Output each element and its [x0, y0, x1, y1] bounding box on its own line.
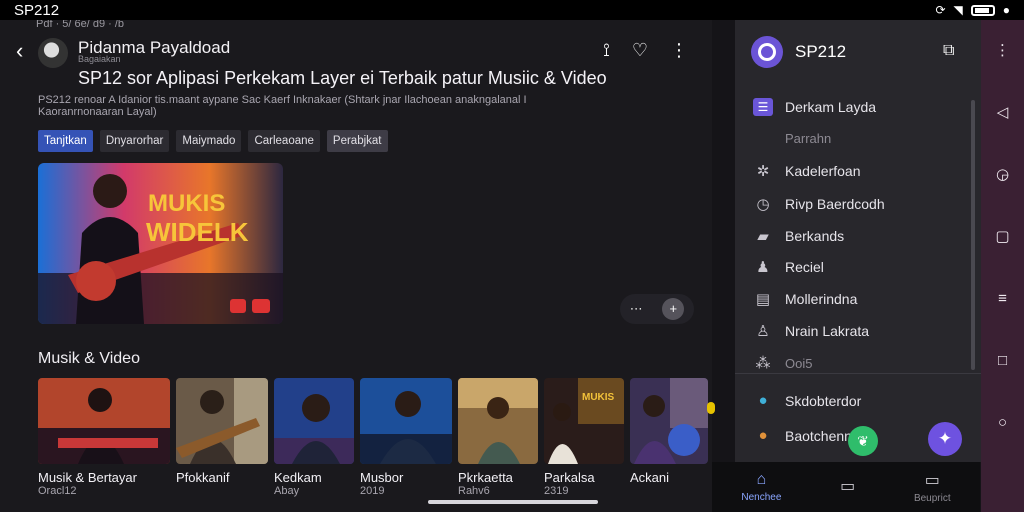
video-card[interactable]: Kedkam Abay [274, 378, 354, 497]
main-pane: Pdf · 5/ 6e/ d9 · /b ‹ Pidanma Payaldoad… [0, 20, 712, 512]
home-indicator [428, 500, 598, 504]
brush-icon: ● [758, 427, 768, 444]
chip-0[interactable]: Tanjtkan [38, 130, 93, 152]
clock-icon: ◷ [756, 196, 770, 213]
edit-icon[interactable]: ⧉ [943, 42, 954, 60]
drawer-item[interactable]: ● Skdobterdor [753, 392, 861, 409]
list-icon: ☰ [753, 98, 773, 116]
like-icon[interactable]: ♡ [632, 40, 648, 61]
channel-avatar[interactable] [38, 38, 68, 68]
user-icon: ♟ [756, 259, 770, 276]
svg-text:MUKIS: MUKIS [582, 392, 615, 403]
drawer-item[interactable]: ♙ Nrain Lakrata [753, 322, 869, 340]
nav-messages[interactable]: ▭ [840, 476, 855, 499]
card-sub: Abay [274, 485, 300, 497]
card-sub: 2019 [360, 485, 385, 497]
battery-icon [970, 4, 995, 16]
nav-chat[interactable]: ▭ Beuprict [914, 470, 951, 504]
video-card[interactable]: Pkrkaetta Rahv6 [458, 378, 538, 497]
indicator-dot [707, 402, 715, 414]
status-title: SP212 [14, 1, 60, 19]
overflow-icon[interactable]: ⋮ [995, 20, 1010, 82]
bottom-nav: ⌂ Nenchee ▭ ▭ Beuprict [712, 462, 980, 512]
sync-icon: ⟳ [935, 3, 946, 17]
message-icon: ▭ [840, 477, 856, 495]
drawer-subheader: Parrahn [785, 131, 832, 146]
nav-home[interactable]: ⌂ Nenchee [741, 471, 781, 503]
home-icon: ⌂ [756, 471, 767, 488]
drawer-item[interactable]: ✲ Kadelerfoan [753, 162, 861, 180]
drawer-item[interactable]: ☰ Derkam Layda [753, 98, 876, 116]
thumb-text-2: WIDELK [146, 217, 249, 247]
drawer-divider [735, 373, 981, 374]
video-card[interactable]: Musbor 2019 [360, 378, 452, 497]
drawer-item[interactable]: ▤ Mollerindna [753, 290, 857, 308]
home-circle-icon[interactable]: ○ [998, 392, 1007, 454]
folder-icon: ▰ [757, 228, 769, 245]
featured-thumbnail[interactable]: MUKIS WIDELK [38, 163, 283, 324]
section-title: Musik & Video [38, 350, 140, 367]
navigation-drawer: SP212 ⧉ ☰ Derkam Layda Parrahn ✲ Kadeler… [735, 20, 981, 462]
drawer-subheader: ⁂ Ooi5 [753, 354, 813, 372]
action-pill[interactable]: ⋯ + [620, 294, 694, 324]
person-icon: ♙ [756, 323, 770, 340]
drawer-item[interactable]: ◷ Rivp Baerdcodh [753, 195, 884, 213]
chip-3[interactable]: Carleaoane [248, 130, 320, 152]
video-description: PS212 renoar A Idanior tis.maant aypane … [38, 94, 527, 118]
card-title: Pfokkanif [176, 470, 230, 485]
video-card-row: Musik & Bertayar Oracl12 Pfokkanif Kedka… [38, 378, 708, 497]
card-title: Musik & Bertayar [38, 470, 137, 485]
notification-icon: ● [1002, 3, 1010, 17]
cast-icon[interactable]: ⟟ [603, 40, 610, 61]
chip-1[interactable]: Dnyarorhar [99, 130, 170, 152]
card-title: Musbor [360, 470, 404, 485]
chip-bar: Tanjtkan Dnyarorhar Maiymado Carleaoane … [38, 130, 388, 152]
status-bar: SP212 ⟳ ◥ ● [0, 0, 1024, 20]
card-sub: Rahv6 [458, 485, 490, 497]
drawer-item[interactable]: ♟ Reciel [753, 258, 824, 276]
leaf-icon[interactable]: ❦ [848, 426, 878, 456]
card-sub: 2319 [544, 485, 569, 497]
section-icon: ⁂ [755, 355, 771, 372]
circle-icon[interactable]: ▢ [995, 206, 1009, 268]
video-card[interactable]: Musik & Bertayar Oracl12 [38, 378, 170, 497]
plus-icon[interactable]: + [662, 298, 685, 320]
chip-4[interactable]: Perabjkat [326, 130, 388, 152]
back-icon[interactable]: ◁ [997, 82, 1009, 144]
wifi-icon: ◥ [953, 3, 963, 17]
video-card[interactable]: Pfokkanif [176, 378, 268, 485]
back-arrow-icon[interactable]: ‹ [16, 38, 23, 64]
drawer-app-name: SP212 [795, 42, 847, 61]
drawer-scrollbar[interactable] [971, 100, 975, 370]
thumb-text-1: MUKIS [148, 190, 225, 217]
square-icon[interactable]: □ [998, 330, 1007, 392]
cut-off-text: Pdf · 5/ 6e/ d9 · /b [36, 20, 125, 30]
chat-icon: ▭ [924, 472, 940, 489]
card-title: Pkrkaetta [458, 470, 513, 485]
app-logo-icon [751, 36, 783, 68]
chip-2[interactable]: Maiymado [176, 130, 242, 152]
more-vert-icon[interactable]: ⋮ [670, 40, 688, 61]
video-title: SP12 sor Aplipasi Perkekam Layer ei Terb… [78, 68, 607, 88]
media-icon: ▤ [755, 291, 771, 308]
video-card[interactable]: Ackani [630, 378, 708, 485]
fab-button[interactable]: ✦ [928, 422, 962, 456]
card-title: Kedkam [274, 470, 322, 485]
card-title: Ackani [630, 470, 670, 485]
pill-label: ⋯ [629, 301, 643, 316]
channel-subline: Bagaiakan [78, 54, 121, 64]
menu-icon[interactable]: ≡ [998, 268, 1007, 330]
drawer-item[interactable]: ▰ Berkands [753, 227, 844, 245]
system-rail: ⋮ ◁ ◶ ▢ ≡ □ ○ [981, 20, 1024, 512]
gear-icon: ✲ [756, 163, 770, 180]
card-sub: Oracl12 [38, 485, 77, 497]
check-icon[interactable]: ◶ [996, 144, 1009, 206]
globe-icon: ● [758, 392, 768, 409]
video-card[interactable]: MUKIS Parkalsa 2319 [544, 378, 624, 497]
card-title: Parkalsa [544, 470, 595, 485]
